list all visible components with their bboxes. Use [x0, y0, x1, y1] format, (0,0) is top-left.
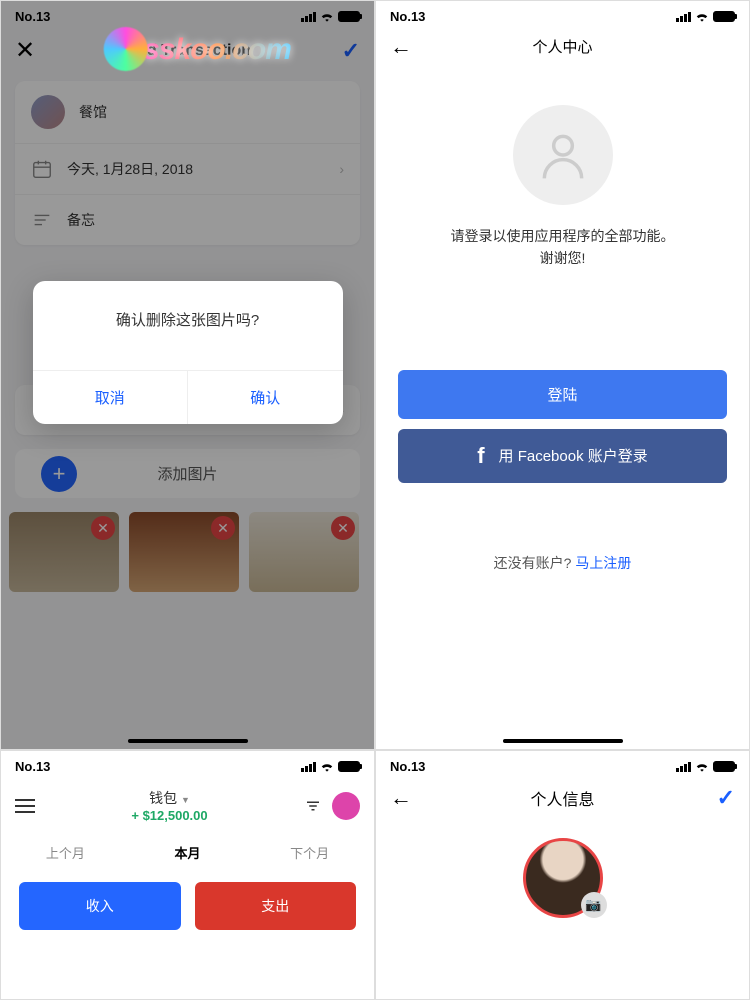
signal-icon [301, 762, 316, 772]
screen-add-transaction: No.13 ✕ Add Transaction ✓ 餐馆 今天, 1月28日, … [0, 0, 375, 750]
battery-icon [713, 761, 735, 772]
confirm-delete-modal: 确认删除这张图片吗? 取消 确认 [33, 281, 343, 424]
income-button[interactable]: 收入 [19, 882, 181, 930]
modal-buttons: 取消 确认 [33, 370, 343, 424]
wifi-icon [320, 762, 334, 772]
facebook-login-label: 用 Facebook 账户登录 [499, 445, 648, 466]
screen-profile-center: No.13 ← 个人中心 请登录以使用应用程序的全部功能。 谢谢您! 登陆 f … [375, 0, 750, 750]
status-icons [676, 11, 735, 22]
confirm-button[interactable]: 确认 [188, 371, 343, 424]
register-prompt: 还没有账户? 马上注册 [376, 553, 749, 573]
home-indicator[interactable] [503, 739, 623, 743]
status-icons [676, 761, 735, 772]
status-bar: No.13 [376, 1, 749, 28]
carrier-label: No.13 [15, 759, 50, 774]
register-link[interactable]: 马上注册 [575, 555, 631, 571]
wallet-selector[interactable]: 钱包 ▼ + $12,500.00 [45, 788, 294, 823]
screen-personal-info: No.13 ← 个人信息 ✓ 📷 [375, 750, 750, 1000]
month-tabs: 上个月 本月 下个月 [1, 833, 374, 872]
screen-wallet: No.13 钱包 ▼ + $12,500.00 上个月 本月 下个月 收入 支出 [0, 750, 375, 1000]
page-title: 个人信息 [530, 786, 594, 810]
wallet-balance: + $12,500.00 [45, 808, 294, 823]
expense-button[interactable]: 支出 [195, 882, 357, 930]
camera-icon[interactable]: 📷 [581, 892, 607, 918]
avatar[interactable] [332, 792, 360, 820]
status-bar: No.13 [1, 751, 374, 778]
status-icons [301, 761, 360, 772]
filter-icon[interactable] [304, 797, 322, 815]
wifi-icon [695, 12, 709, 22]
wifi-icon [695, 762, 709, 772]
signal-icon [676, 762, 691, 772]
user-icon [535, 127, 591, 183]
facebook-login-button[interactable]: f 用 Facebook 账户登录 [398, 429, 727, 483]
battery-icon [338, 761, 360, 772]
page-title: 个人中心 [532, 36, 592, 57]
profile-avatar[interactable]: 📷 [523, 838, 603, 918]
header: 钱包 ▼ + $12,500.00 [1, 778, 374, 833]
cancel-button[interactable]: 取消 [33, 371, 189, 424]
watermark: sskoo.com [143, 33, 291, 67]
signal-icon [676, 12, 691, 22]
header: ← 个人中心 [376, 28, 749, 65]
tab-next-month[interactable]: 下个月 [290, 843, 329, 862]
back-icon[interactable]: ← [390, 34, 412, 60]
chevron-down-icon: ▼ [181, 795, 190, 805]
menu-icon[interactable] [15, 795, 35, 817]
modal-message: 确认删除这张图片吗? [33, 281, 343, 370]
login-message: 请登录以使用应用程序的全部功能。 谢谢您! [376, 225, 749, 270]
login-button[interactable]: 登陆 [398, 370, 727, 419]
header: ← 个人信息 ✓ [376, 778, 749, 818]
status-bar: No.13 [376, 751, 749, 778]
tab-prev-month[interactable]: 上个月 [46, 843, 85, 862]
carrier-label: No.13 [390, 9, 425, 24]
facebook-icon: f [477, 443, 484, 469]
confirm-icon[interactable]: ✓ [717, 785, 735, 811]
income-expense-buttons: 收入 支出 [1, 872, 374, 940]
tab-current-month[interactable]: 本月 [174, 843, 200, 862]
carrier-label: No.13 [390, 759, 425, 774]
back-icon[interactable]: ← [390, 785, 412, 811]
avatar-placeholder [513, 105, 613, 205]
battery-icon [713, 11, 735, 22]
